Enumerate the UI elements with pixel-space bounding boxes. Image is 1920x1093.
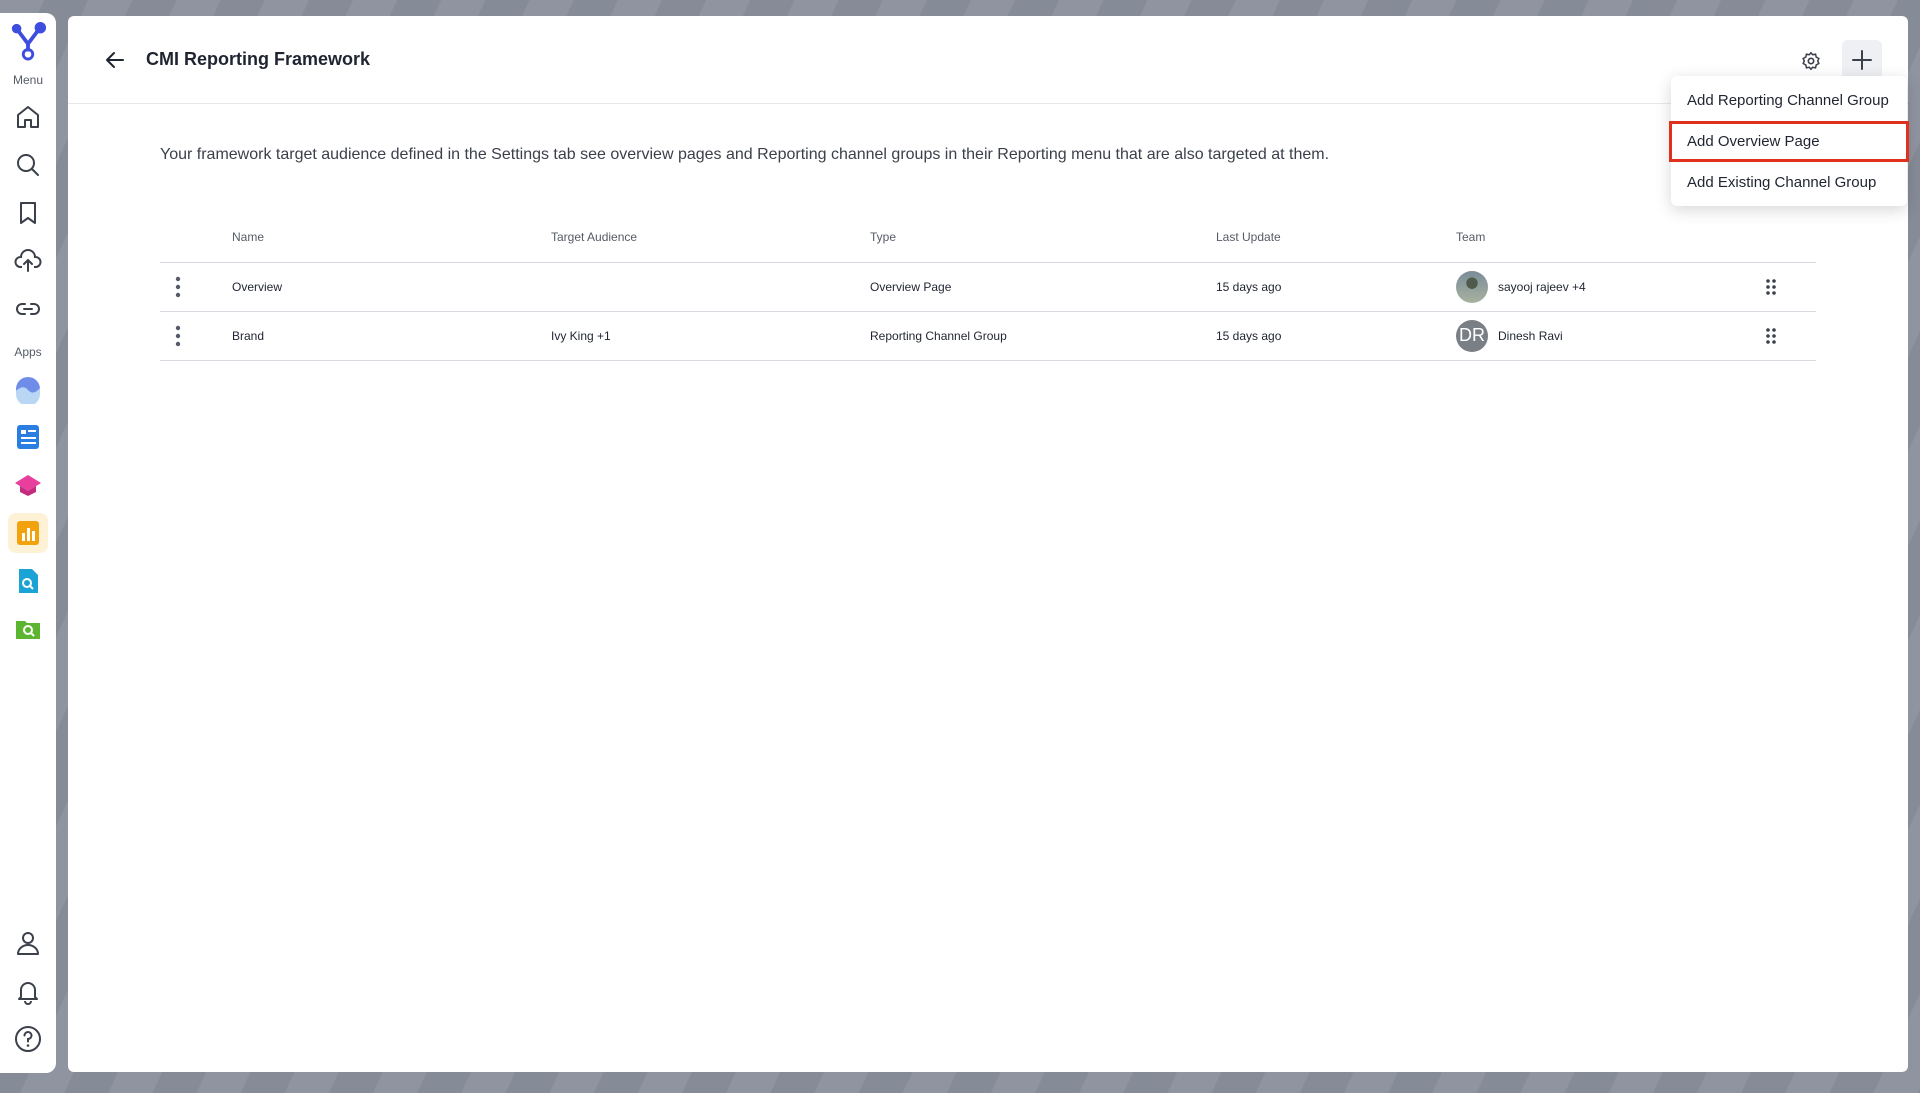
row-target-audience [551, 262, 870, 312]
link-icon[interactable] [8, 289, 48, 329]
framework-description: Your framework target audience defined i… [160, 146, 1330, 163]
column-header-last-update[interactable]: Last Update [1216, 212, 1456, 263]
column-header-type[interactable]: Type [870, 212, 1216, 263]
avatar: DR [1456, 319, 1488, 352]
form-app-icon[interactable] [8, 417, 48, 457]
kebab-menu-icon[interactable] [160, 276, 196, 298]
add-button[interactable] [1842, 40, 1882, 80]
bell-icon[interactable] [8, 971, 48, 1011]
row-name[interactable]: Overview [232, 262, 551, 312]
rail-menu-label: Menu [12, 73, 44, 87]
left-rail: Menu Apps [0, 13, 56, 1073]
menu-item-add-reporting-channel-group[interactable]: Add Reporting Channel Group [1671, 80, 1907, 121]
doc-search-app-icon[interactable] [8, 561, 48, 601]
rail-apps-label: Apps [14, 345, 42, 359]
row-last-update: 15 days ago [1216, 311, 1456, 361]
menu-item-add-overview-page[interactable]: Add Overview Page [1669, 121, 1909, 162]
plus-icon [1852, 50, 1872, 70]
page-header: CMI Reporting Framework [68, 16, 1908, 104]
row-last-update: 15 days ago [1216, 262, 1456, 312]
row-target-audience: Ivy King +1 [551, 311, 870, 361]
wave-app-icon[interactable] [8, 369, 48, 409]
bookmark-icon[interactable] [8, 193, 48, 233]
page-title: CMI Reporting Framework [146, 49, 371, 69]
back-arrow-icon[interactable] [98, 43, 132, 77]
row-name[interactable]: Brand [232, 311, 551, 361]
row-team: sayooj rajeev +4 [1498, 279, 1586, 294]
row-team: Dinesh Ravi [1498, 328, 1563, 343]
table-row[interactable]: Overview Overview Page 15 days ago sayoo… [160, 262, 1816, 312]
column-header-team[interactable]: Team [1456, 212, 1756, 263]
drag-handle-icon[interactable] [1756, 327, 1786, 345]
add-dropdown-menu: Add Reporting Channel Group Add Overview… [1669, 76, 1909, 206]
gear-icon[interactable] [1796, 46, 1826, 76]
user-icon[interactable] [8, 923, 48, 963]
row-type: Overview Page [870, 262, 1216, 312]
home-icon[interactable] [8, 97, 48, 137]
framework-items-table: Name Target Audience Type Last Update Te… [160, 212, 1816, 361]
avatar [1456, 270, 1488, 303]
app-logo[interactable] [9, 21, 47, 61]
row-type: Reporting Channel Group [870, 311, 1216, 361]
search-icon[interactable] [8, 145, 48, 185]
drag-handle-icon[interactable] [1756, 278, 1786, 296]
help-icon[interactable] [8, 1019, 48, 1059]
cap-app-icon[interactable] [8, 465, 48, 505]
column-header-target-audience[interactable]: Target Audience [551, 212, 870, 263]
folder-search-app-icon[interactable] [8, 609, 48, 649]
upload-cloud-icon[interactable] [8, 241, 48, 281]
menu-item-add-existing-channel-group[interactable]: Add Existing Channel Group [1671, 162, 1907, 203]
table-row[interactable]: Brand Ivy King +1 Reporting Channel Grou… [160, 311, 1816, 361]
chart-app-icon[interactable] [8, 513, 48, 553]
column-header-name[interactable]: Name [232, 212, 551, 263]
kebab-menu-icon[interactable] [160, 325, 196, 347]
main-panel: CMI Reporting Framework Your framework t… [68, 16, 1908, 1072]
